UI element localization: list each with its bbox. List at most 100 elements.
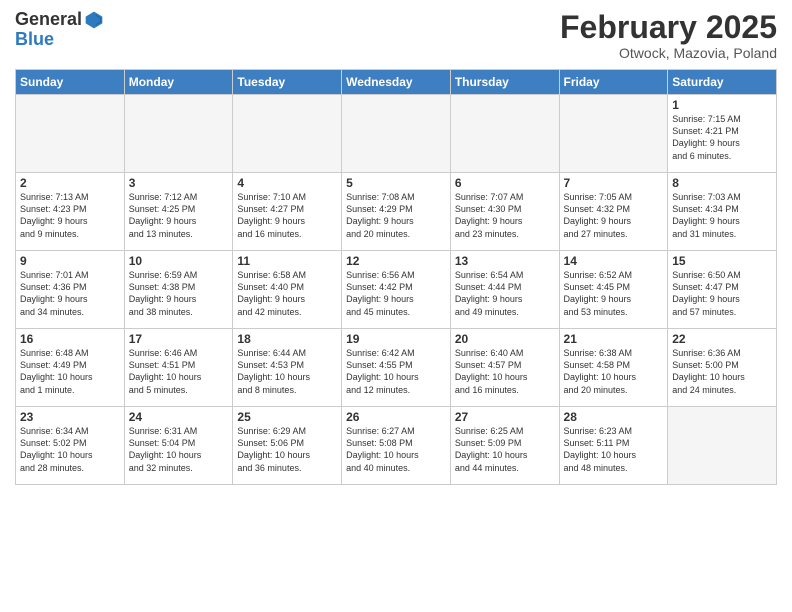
calendar-cell: [16, 95, 125, 173]
calendar-cell: 20Sunrise: 6:40 AM Sunset: 4:57 PM Dayli…: [450, 329, 559, 407]
calendar-cell: [233, 95, 342, 173]
day-info: Sunrise: 6:48 AM Sunset: 4:49 PM Dayligh…: [20, 347, 120, 396]
calendar-cell: [124, 95, 233, 173]
calendar-cell: 19Sunrise: 6:42 AM Sunset: 4:55 PM Dayli…: [342, 329, 451, 407]
day-number: 26: [346, 410, 446, 424]
day-number: 19: [346, 332, 446, 346]
day-info: Sunrise: 7:07 AM Sunset: 4:30 PM Dayligh…: [455, 191, 555, 240]
day-info: Sunrise: 6:52 AM Sunset: 4:45 PM Dayligh…: [564, 269, 664, 318]
day-info: Sunrise: 6:34 AM Sunset: 5:02 PM Dayligh…: [20, 425, 120, 474]
calendar-cell: 11Sunrise: 6:58 AM Sunset: 4:40 PM Dayli…: [233, 251, 342, 329]
calendar-cell: 18Sunrise: 6:44 AM Sunset: 4:53 PM Dayli…: [233, 329, 342, 407]
calendar-cell: 3Sunrise: 7:12 AM Sunset: 4:25 PM Daylig…: [124, 173, 233, 251]
day-number: 28: [564, 410, 664, 424]
day-info: Sunrise: 7:01 AM Sunset: 4:36 PM Dayligh…: [20, 269, 120, 318]
day-number: 5: [346, 176, 446, 190]
col-thursday: Thursday: [450, 70, 559, 95]
day-info: Sunrise: 7:10 AM Sunset: 4:27 PM Dayligh…: [237, 191, 337, 240]
day-number: 24: [129, 410, 229, 424]
day-number: 4: [237, 176, 337, 190]
calendar-week-5: 23Sunrise: 6:34 AM Sunset: 5:02 PM Dayli…: [16, 407, 777, 485]
day-number: 27: [455, 410, 555, 424]
month-title: February 2025: [560, 10, 777, 45]
calendar-week-1: 1Sunrise: 7:15 AM Sunset: 4:21 PM Daylig…: [16, 95, 777, 173]
calendar-header-row: Sunday Monday Tuesday Wednesday Thursday…: [16, 70, 777, 95]
col-tuesday: Tuesday: [233, 70, 342, 95]
calendar-cell: 8Sunrise: 7:03 AM Sunset: 4:34 PM Daylig…: [668, 173, 777, 251]
logo: General Blue: [15, 10, 104, 50]
day-number: 14: [564, 254, 664, 268]
day-info: Sunrise: 6:56 AM Sunset: 4:42 PM Dayligh…: [346, 269, 446, 318]
calendar-cell: 7Sunrise: 7:05 AM Sunset: 4:32 PM Daylig…: [559, 173, 668, 251]
title-block: February 2025 Otwock, Mazovia, Poland: [560, 10, 777, 61]
day-number: 11: [237, 254, 337, 268]
day-number: 10: [129, 254, 229, 268]
day-info: Sunrise: 6:50 AM Sunset: 4:47 PM Dayligh…: [672, 269, 772, 318]
calendar-cell: 23Sunrise: 6:34 AM Sunset: 5:02 PM Dayli…: [16, 407, 125, 485]
calendar-cell: 14Sunrise: 6:52 AM Sunset: 4:45 PM Dayli…: [559, 251, 668, 329]
page-container: General Blue February 2025 Otwock, Mazov…: [0, 0, 792, 490]
calendar-cell: 24Sunrise: 6:31 AM Sunset: 5:04 PM Dayli…: [124, 407, 233, 485]
calendar-cell: 17Sunrise: 6:46 AM Sunset: 4:51 PM Dayli…: [124, 329, 233, 407]
calendar-cell: 21Sunrise: 6:38 AM Sunset: 4:58 PM Dayli…: [559, 329, 668, 407]
day-info: Sunrise: 7:03 AM Sunset: 4:34 PM Dayligh…: [672, 191, 772, 240]
col-saturday: Saturday: [668, 70, 777, 95]
day-info: Sunrise: 7:13 AM Sunset: 4:23 PM Dayligh…: [20, 191, 120, 240]
calendar-cell: 22Sunrise: 6:36 AM Sunset: 5:00 PM Dayli…: [668, 329, 777, 407]
day-number: 21: [564, 332, 664, 346]
calendar-week-4: 16Sunrise: 6:48 AM Sunset: 4:49 PM Dayli…: [16, 329, 777, 407]
calendar-cell: [450, 95, 559, 173]
col-friday: Friday: [559, 70, 668, 95]
logo-blue: Blue: [15, 29, 54, 49]
day-info: Sunrise: 6:27 AM Sunset: 5:08 PM Dayligh…: [346, 425, 446, 474]
day-info: Sunrise: 6:46 AM Sunset: 4:51 PM Dayligh…: [129, 347, 229, 396]
day-info: Sunrise: 6:54 AM Sunset: 4:44 PM Dayligh…: [455, 269, 555, 318]
calendar-cell: 6Sunrise: 7:07 AM Sunset: 4:30 PM Daylig…: [450, 173, 559, 251]
day-number: 1: [672, 98, 772, 112]
day-info: Sunrise: 6:59 AM Sunset: 4:38 PM Dayligh…: [129, 269, 229, 318]
day-number: 13: [455, 254, 555, 268]
day-info: Sunrise: 6:44 AM Sunset: 4:53 PM Dayligh…: [237, 347, 337, 396]
day-number: 15: [672, 254, 772, 268]
day-info: Sunrise: 7:08 AM Sunset: 4:29 PM Dayligh…: [346, 191, 446, 240]
subtitle: Otwock, Mazovia, Poland: [560, 45, 777, 61]
day-number: 3: [129, 176, 229, 190]
calendar-cell: 13Sunrise: 6:54 AM Sunset: 4:44 PM Dayli…: [450, 251, 559, 329]
day-number: 6: [455, 176, 555, 190]
day-info: Sunrise: 7:12 AM Sunset: 4:25 PM Dayligh…: [129, 191, 229, 240]
calendar-cell: 15Sunrise: 6:50 AM Sunset: 4:47 PM Dayli…: [668, 251, 777, 329]
day-number: 17: [129, 332, 229, 346]
day-info: Sunrise: 6:25 AM Sunset: 5:09 PM Dayligh…: [455, 425, 555, 474]
calendar-cell: [559, 95, 668, 173]
calendar-week-2: 2Sunrise: 7:13 AM Sunset: 4:23 PM Daylig…: [16, 173, 777, 251]
calendar-cell: 27Sunrise: 6:25 AM Sunset: 5:09 PM Dayli…: [450, 407, 559, 485]
day-info: Sunrise: 6:40 AM Sunset: 4:57 PM Dayligh…: [455, 347, 555, 396]
day-info: Sunrise: 6:31 AM Sunset: 5:04 PM Dayligh…: [129, 425, 229, 474]
calendar-cell: 26Sunrise: 6:27 AM Sunset: 5:08 PM Dayli…: [342, 407, 451, 485]
calendar-cell: 5Sunrise: 7:08 AM Sunset: 4:29 PM Daylig…: [342, 173, 451, 251]
day-number: 18: [237, 332, 337, 346]
calendar-cell: 12Sunrise: 6:56 AM Sunset: 4:42 PM Dayli…: [342, 251, 451, 329]
calendar-cell: 2Sunrise: 7:13 AM Sunset: 4:23 PM Daylig…: [16, 173, 125, 251]
day-number: 12: [346, 254, 446, 268]
day-number: 16: [20, 332, 120, 346]
day-info: Sunrise: 6:36 AM Sunset: 5:00 PM Dayligh…: [672, 347, 772, 396]
day-info: Sunrise: 7:05 AM Sunset: 4:32 PM Dayligh…: [564, 191, 664, 240]
day-info: Sunrise: 6:23 AM Sunset: 5:11 PM Dayligh…: [564, 425, 664, 474]
calendar-cell: 10Sunrise: 6:59 AM Sunset: 4:38 PM Dayli…: [124, 251, 233, 329]
day-info: Sunrise: 6:38 AM Sunset: 4:58 PM Dayligh…: [564, 347, 664, 396]
calendar-cell: 4Sunrise: 7:10 AM Sunset: 4:27 PM Daylig…: [233, 173, 342, 251]
day-info: Sunrise: 6:29 AM Sunset: 5:06 PM Dayligh…: [237, 425, 337, 474]
col-wednesday: Wednesday: [342, 70, 451, 95]
day-number: 20: [455, 332, 555, 346]
day-number: 22: [672, 332, 772, 346]
header-row: General Blue February 2025 Otwock, Mazov…: [15, 10, 777, 61]
calendar-cell: [342, 95, 451, 173]
calendar-cell: 25Sunrise: 6:29 AM Sunset: 5:06 PM Dayli…: [233, 407, 342, 485]
calendar-week-3: 9Sunrise: 7:01 AM Sunset: 4:36 PM Daylig…: [16, 251, 777, 329]
calendar-cell: 9Sunrise: 7:01 AM Sunset: 4:36 PM Daylig…: [16, 251, 125, 329]
day-number: 7: [564, 176, 664, 190]
calendar-table: Sunday Monday Tuesday Wednesday Thursday…: [15, 69, 777, 485]
calendar-cell: [668, 407, 777, 485]
day-number: 8: [672, 176, 772, 190]
